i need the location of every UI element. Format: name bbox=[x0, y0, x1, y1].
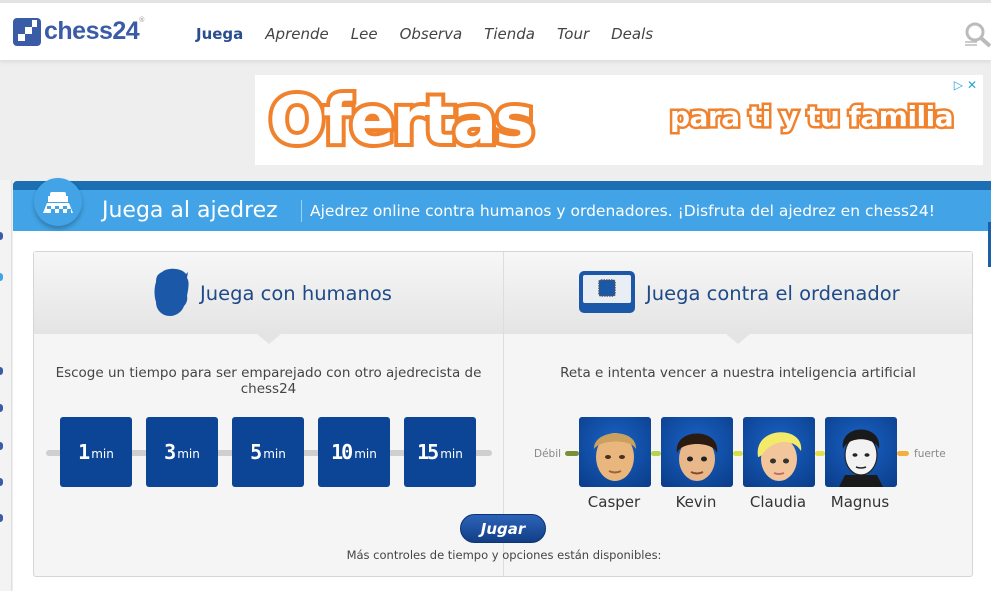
bot-name-casper[interactable]: Casper bbox=[569, 493, 659, 511]
humans-title: Juega con humanos bbox=[200, 282, 392, 305]
nav-item-observa[interactable]: Observa bbox=[400, 25, 463, 43]
search-icon[interactable] bbox=[963, 21, 991, 49]
top-navigation-bar: chess24® Juega Aprende Lee Observa Tiend… bbox=[0, 0, 991, 60]
kevin-face-icon bbox=[676, 433, 718, 481]
sidebar-dot[interactable] bbox=[0, 442, 3, 450]
bot-name-kevin[interactable]: Kevin bbox=[651, 493, 741, 511]
time-control-5-min[interactable]: 5 min bbox=[232, 417, 304, 487]
play-humans-column: Juega con humanos Escoge un tiempo para … bbox=[34, 252, 504, 576]
level-segment bbox=[815, 451, 825, 456]
game-options-box: Juega con humanos Escoge un tiempo para … bbox=[33, 251, 973, 577]
humans-description: Escoge un tiempo para ser emparejado con… bbox=[55, 365, 482, 397]
sidebar-dot[interactable] bbox=[0, 232, 3, 240]
chess24-logo[interactable]: chess24® bbox=[13, 17, 144, 46]
header-pointer bbox=[726, 334, 750, 344]
nav-item-tour[interactable]: Tour bbox=[557, 25, 589, 43]
time-unit: min bbox=[177, 447, 200, 461]
level-segment bbox=[733, 451, 743, 456]
bot-avatar-casper[interactable] bbox=[579, 417, 651, 487]
sidebar-dot[interactable] bbox=[0, 404, 3, 412]
play-banner: Juega al ajedrez Ajedrez online contra h… bbox=[13, 181, 991, 231]
computer-title: Juega contra el ordenador bbox=[646, 282, 900, 305]
humans-header: Juega con humanos bbox=[34, 252, 503, 344]
sidebar-dot[interactable] bbox=[0, 367, 3, 375]
nav-item-tienda[interactable]: Tienda bbox=[484, 25, 535, 43]
adchoices-icon[interactable]: ▷ bbox=[954, 78, 963, 92]
logo-text: chess24® bbox=[44, 17, 144, 45]
strong-label: fuerte bbox=[914, 448, 946, 460]
time-unit: min bbox=[263, 447, 286, 461]
header-pointer bbox=[256, 334, 281, 344]
level-segment bbox=[565, 451, 579, 456]
time-unit: min bbox=[91, 447, 114, 461]
casper-face-icon bbox=[593, 433, 637, 481]
ad-tagline: para ti y tu familia bbox=[667, 98, 956, 136]
time-unit: min bbox=[440, 447, 463, 461]
level-segment bbox=[897, 451, 909, 456]
time-control-3-min[interactable]: 3 min bbox=[146, 417, 218, 487]
main-nav: Juega Aprende Lee Observa Tienda Tour De… bbox=[196, 25, 675, 43]
nav-item-lee[interactable]: Lee bbox=[351, 25, 378, 43]
bot-name-claudia[interactable]: Claudia bbox=[733, 493, 823, 511]
time-control-1-min[interactable]: 1 min bbox=[60, 417, 132, 487]
bot-avatar-claudia[interactable] bbox=[743, 417, 815, 487]
sidebar-dot[interactable] bbox=[0, 514, 3, 522]
banner-divider bbox=[301, 200, 302, 222]
time-control-15-min[interactable]: 15 min bbox=[404, 417, 476, 487]
bot-avatar-kevin[interactable] bbox=[661, 417, 733, 487]
ad-headline: Ofertas bbox=[265, 78, 538, 163]
magnus-face-icon bbox=[839, 429, 883, 487]
nav-item-deals[interactable]: Deals bbox=[611, 25, 653, 43]
computer-header: Juega contra el ordenador bbox=[504, 252, 972, 344]
nav-item-juega[interactable]: Juega bbox=[196, 25, 243, 43]
ad-controls: ▷ ✕ bbox=[954, 78, 977, 92]
more-options-text: Más controles de tiempo y opciones están… bbox=[346, 548, 662, 562]
time-value: 10 bbox=[331, 440, 353, 464]
time-value: 3 bbox=[164, 440, 176, 464]
logo-mark-icon bbox=[13, 17, 41, 46]
nav-item-aprende[interactable]: Aprende bbox=[265, 25, 328, 43]
bot-name-magnus[interactable]: Magnus bbox=[815, 493, 905, 511]
level-segment bbox=[651, 451, 661, 456]
chessboard-icon bbox=[34, 178, 82, 226]
weak-label: Débil bbox=[534, 448, 562, 460]
banner-title: Juega al ajedrez bbox=[102, 198, 278, 223]
time-value: 1 bbox=[78, 440, 90, 464]
time-value: 5 bbox=[250, 440, 262, 464]
advertisement-banner[interactable]: Ofertas para ti y tu familia ▷ ✕ bbox=[255, 75, 983, 165]
computer-description: Reta e intenta vencer a nuestra intelige… bbox=[560, 365, 916, 381]
time-unit: min bbox=[354, 447, 377, 461]
left-sidebar-strip bbox=[0, 180, 12, 591]
play-panel: Juega al ajedrez Ajedrez online contra h… bbox=[13, 178, 991, 591]
close-icon[interactable]: ✕ bbox=[967, 78, 977, 92]
bot-avatar-magnus[interactable] bbox=[825, 417, 897, 487]
banner-subtitle: Ajedrez online contra humanos y ordenado… bbox=[310, 202, 935, 220]
play-button[interactable]: Jugar bbox=[460, 514, 546, 543]
sidebar-dot[interactable] bbox=[0, 478, 3, 486]
time-value: 15 bbox=[417, 440, 439, 464]
sidebar-dot[interactable] bbox=[0, 273, 3, 281]
time-control-10-min[interactable]: 10 min bbox=[318, 417, 390, 487]
play-computer-column: Juega contra el ordenador Reta e intenta… bbox=[504, 252, 972, 576]
human-head-icon bbox=[154, 268, 189, 316]
computer-chip-icon bbox=[579, 271, 635, 313]
claudia-face-icon bbox=[757, 432, 802, 481]
